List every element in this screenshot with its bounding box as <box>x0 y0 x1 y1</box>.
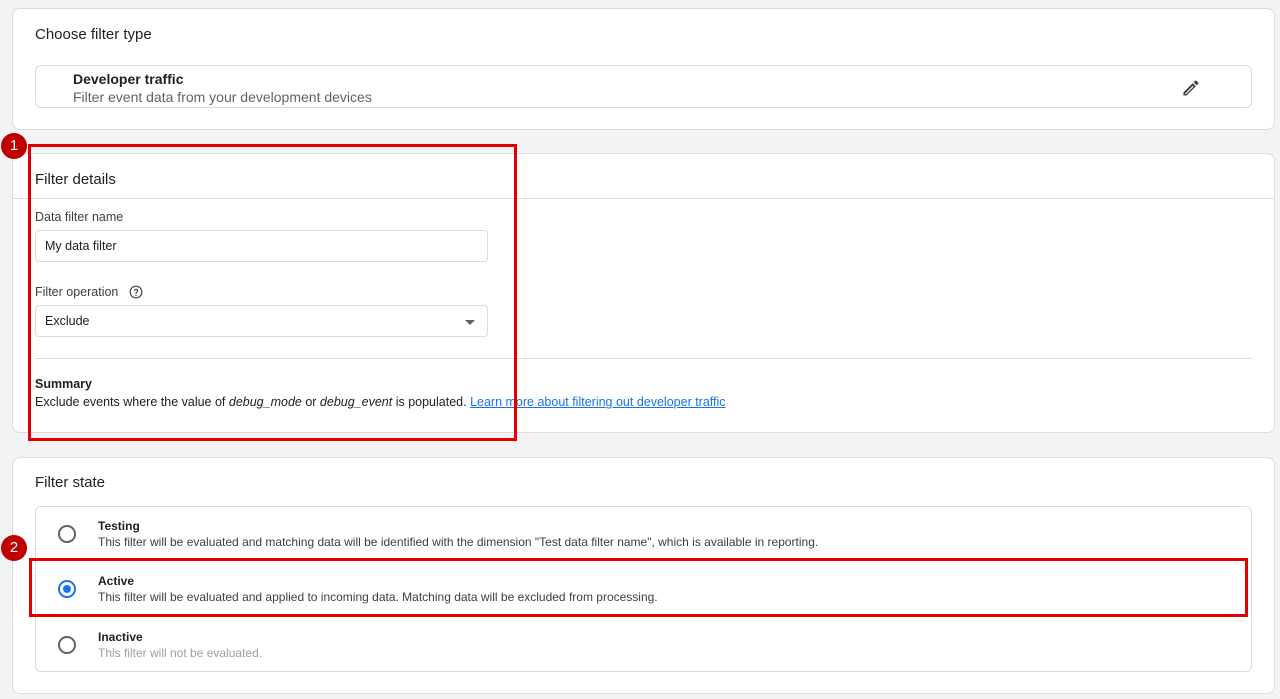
option-description: This filter will be evaluated and matchi… <box>98 535 819 549</box>
filter-type-name: Developer traffic <box>73 71 184 87</box>
option-title: Inactive <box>98 630 143 644</box>
filter-type-card: Choose filter type Developer traffic Fil… <box>12 8 1275 130</box>
highlight-box-1 <box>28 144 517 441</box>
filter-state-heading: Filter state <box>35 474 106 491</box>
radio-inactive[interactable] <box>58 636 76 654</box>
option-title: Testing <box>98 519 140 533</box>
step-badge-2: 2 <box>1 535 27 561</box>
filter-type-heading: Choose filter type <box>35 26 152 43</box>
filter-type-description: Filter event data from your development … <box>73 89 372 105</box>
option-description: This filter will not be evaluated. <box>98 646 263 660</box>
state-option-inactive[interactable]: Inactive This filter will not be evaluat… <box>36 618 1251 673</box>
step-badge-1: 1 <box>1 133 27 159</box>
highlight-box-2 <box>29 558 1248 617</box>
pencil-icon <box>1183 80 1199 96</box>
edit-filter-type-button[interactable] <box>1179 76 1203 100</box>
state-option-testing[interactable]: Testing This filter will be evaluated an… <box>36 507 1251 562</box>
filter-type-selection[interactable]: Developer traffic Filter event data from… <box>35 65 1252 108</box>
radio-testing[interactable] <box>58 525 76 543</box>
